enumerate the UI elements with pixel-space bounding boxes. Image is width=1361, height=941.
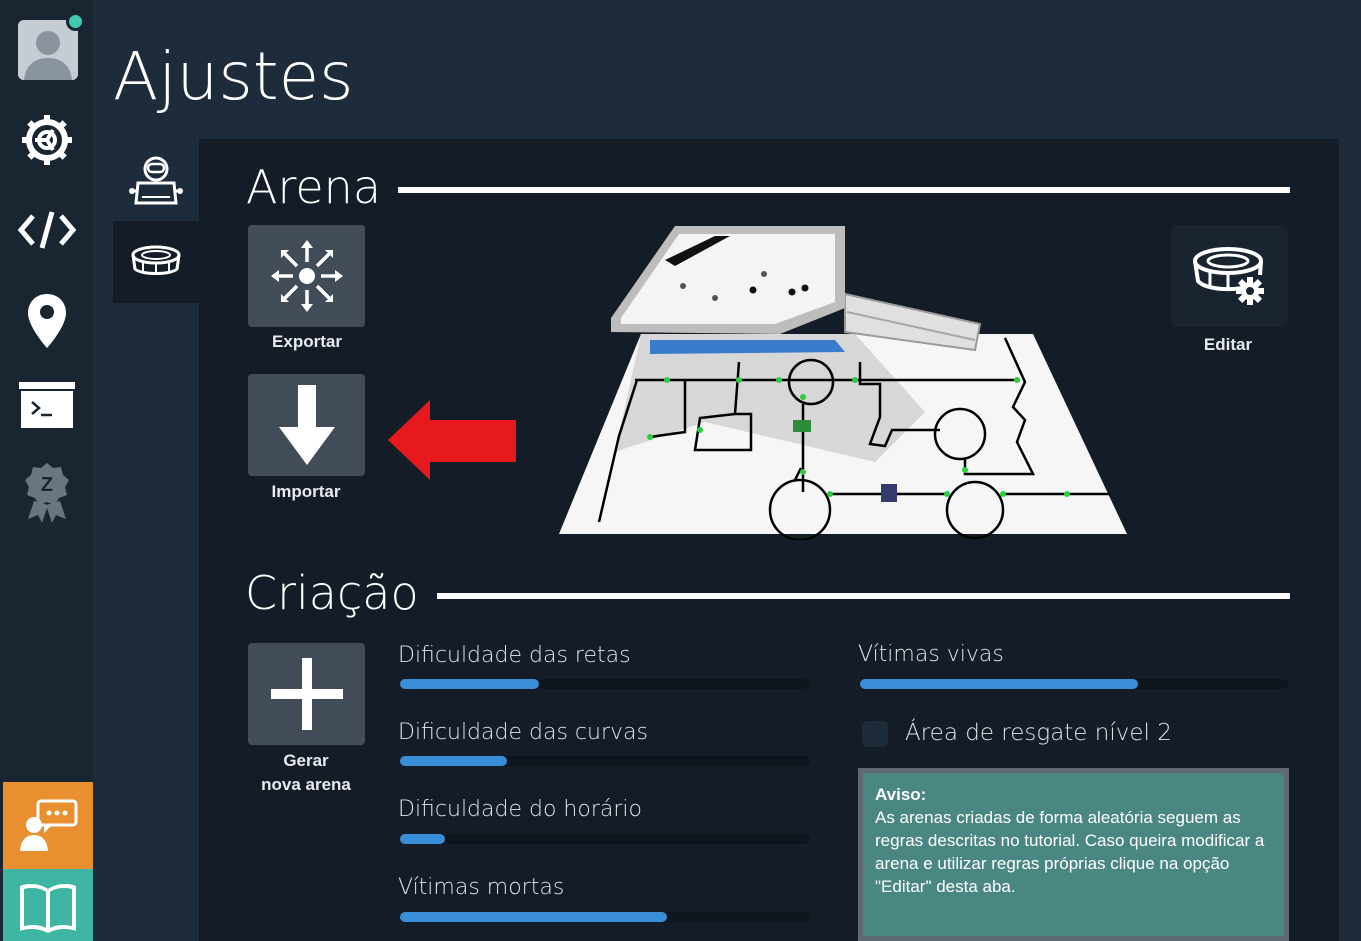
slider-fill [400, 912, 667, 922]
notice-box: Aviso: As arenas criadas de forma aleató… [858, 768, 1289, 941]
map-pin-icon [27, 294, 66, 348]
slider-curves[interactable] [400, 756, 810, 766]
rescue-level2-label: Área de resgate nível 2 [905, 720, 1172, 746]
support-button[interactable] [3, 782, 93, 869]
settings-button[interactable] [0, 108, 93, 172]
tutorial-button[interactable] [3, 869, 93, 941]
red-arrow-icon [388, 400, 516, 480]
terminal-button[interactable] [0, 378, 93, 434]
generate-label: Gerar nova arena [236, 749, 376, 797]
slider-schedule[interactable] [400, 834, 810, 844]
code-button[interactable] [0, 200, 93, 260]
edit-label: Editar [1203, 335, 1253, 354]
arrow-down-icon [278, 385, 335, 465]
left-sidebar: Z [0, 0, 93, 941]
slider-label-schedule: Dificuldade do horário [398, 797, 642, 822]
slider-fill [400, 834, 446, 844]
terminal-icon [18, 382, 75, 430]
tab-robot[interactable] [113, 140, 199, 222]
generate-label-line2: nova arena [261, 775, 351, 794]
export-label: Exportar [272, 332, 342, 351]
badge-letter: Z [40, 474, 52, 496]
generate-arena-button[interactable] [248, 643, 365, 745]
notice-title: Aviso: [875, 785, 927, 804]
code-icon [17, 211, 76, 249]
gear-icon [21, 115, 72, 165]
import-button[interactable] [248, 374, 365, 476]
chat-support-icon [20, 799, 78, 851]
robot-icon [129, 156, 183, 205]
slider-label-dead-victims: Vítimas mortas [398, 875, 565, 900]
badge-button[interactable]: Z [0, 460, 93, 524]
arena-section-title: Arena [246, 160, 382, 214]
edit-button[interactable] [1171, 225, 1288, 327]
creation-section-title: Criação [245, 566, 419, 620]
slider-label-curves: Dificuldade das curvas [398, 720, 648, 745]
location-button[interactable] [0, 290, 93, 352]
slider-fill [400, 756, 507, 766]
notice-text: As arenas criadas de forma aleatória seg… [875, 808, 1265, 896]
slider-fill [860, 679, 1139, 689]
slider-label-live-victims: Vítimas vivas [858, 642, 1004, 667]
tab-arena[interactable] [113, 221, 199, 303]
book-icon [20, 884, 76, 933]
award-badge-icon: Z [24, 463, 69, 523]
stadium-icon [131, 245, 181, 275]
online-status-dot [66, 12, 85, 31]
export-icon [270, 240, 343, 312]
plus-icon [270, 658, 343, 730]
export-button[interactable] [248, 225, 365, 327]
slider-dead-victims[interactable] [400, 912, 810, 922]
rescue-level2-checkbox[interactable] [862, 721, 888, 747]
import-label: Importar [271, 482, 341, 501]
page-title: Ajustes [113, 38, 354, 115]
slider-fill [400, 679, 540, 689]
slider-live-victims[interactable] [860, 679, 1288, 689]
generate-label-line1: Gerar [283, 751, 329, 770]
slider-label-straights: Dificuldade das retas [398, 643, 631, 668]
arena-preview [559, 226, 1127, 540]
arena-divider [398, 187, 1290, 193]
creation-divider [437, 593, 1290, 599]
stadium-settings-icon [1192, 247, 1264, 305]
slider-straights[interactable] [400, 679, 810, 689]
